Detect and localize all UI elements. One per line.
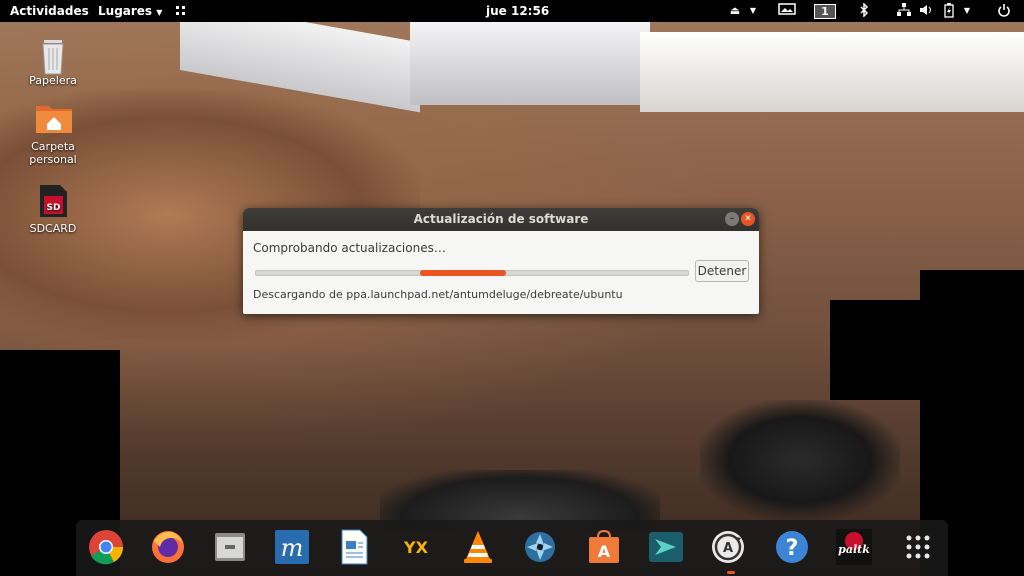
- dock-app-software[interactable]: A: [586, 529, 622, 565]
- workspace-indicator[interactable]: 1: [814, 4, 836, 19]
- dock: m YX A A ? paltk: [76, 520, 948, 576]
- close-icon: ✕: [744, 214, 752, 224]
- svg-text:SD: SD: [47, 203, 61, 213]
- bluetooth-icon[interactable]: [856, 2, 872, 19]
- yx-app-icon: YX: [403, 538, 429, 557]
- chevron-down-icon[interactable]: ▼: [962, 3, 972, 19]
- minimize-icon: –: [729, 214, 735, 224]
- dialog-titlebar[interactable]: Actualización de software – ✕: [243, 208, 759, 231]
- paltalk-icon: paltk: [836, 529, 872, 565]
- dock-app-help[interactable]: ?: [774, 529, 810, 565]
- minimize-button[interactable]: –: [725, 212, 739, 226]
- arrow-app-icon: [649, 532, 683, 562]
- desktop-icon-home[interactable]: Carpeta personal: [13, 102, 93, 166]
- dock-app-m-editor[interactable]: m: [274, 529, 310, 565]
- svg-text:m: m: [281, 534, 304, 562]
- dock-app-shutter[interactable]: [522, 529, 558, 565]
- clock[interactable]: jue 12:56: [486, 0, 549, 22]
- help-icon: ?: [776, 531, 808, 563]
- close-button[interactable]: ✕: [741, 212, 755, 226]
- svg-text:A: A: [723, 541, 733, 556]
- trash-icon: [35, 36, 71, 75]
- dialog-title: Actualización de software: [413, 212, 589, 226]
- chevron-down-icon: ▼: [156, 8, 163, 17]
- volume-icon[interactable]: [918, 3, 934, 19]
- svg-text:A: A: [598, 542, 611, 561]
- home-folder-icon: [35, 102, 72, 138]
- dock-app-arrow[interactable]: [648, 529, 684, 565]
- files-icon: [215, 533, 245, 561]
- dock-app-vlc[interactable]: [460, 529, 496, 565]
- dock-app-software-updater[interactable]: A: [710, 529, 746, 565]
- shutter-icon: [525, 532, 555, 562]
- vlc-icon: [464, 531, 492, 563]
- firefox-icon: [152, 531, 184, 563]
- svg-text:?: ?: [786, 536, 799, 561]
- show-apps-icon: [906, 535, 930, 559]
- progress-bar: [255, 270, 689, 276]
- paltalk-logo-text: paltk: [838, 543, 870, 556]
- network-icon[interactable]: [896, 3, 912, 19]
- show-applications-button[interactable]: [900, 529, 936, 565]
- writer-m-icon: m: [275, 530, 309, 564]
- desktop-icon-trash[interactable]: Papelera: [13, 36, 93, 87]
- dock-app-files[interactable]: [212, 529, 248, 565]
- desktop-icon-label: Carpeta personal: [29, 140, 77, 166]
- battery-icon[interactable]: [942, 3, 956, 19]
- sdcard-icon: SD: [35, 184, 71, 220]
- activities-button[interactable]: Actividades: [10, 0, 89, 22]
- workspace-grid-icon[interactable]: [176, 0, 186, 22]
- top-bar: Actividades Lugares ▼ jue 12:56 ⏏ ▼ 1 ▼: [0, 0, 1024, 22]
- chrome-icon: [89, 530, 123, 565]
- software-update-dialog: Actualización de software – ✕ Comproband…: [243, 208, 759, 314]
- running-indicator: [727, 571, 735, 574]
- download-detail-text: Descargando de ppa.launchpad.net/antumde…: [253, 288, 623, 301]
- desktop-icon-label: SDCARD: [29, 222, 77, 235]
- places-label: Lugares: [98, 4, 153, 18]
- power-icon[interactable]: [996, 3, 1012, 19]
- dock-app-chrome[interactable]: [88, 529, 124, 565]
- status-text: Comprobando actualizaciones…: [253, 241, 446, 255]
- places-menu[interactable]: Lugares ▼: [98, 0, 162, 22]
- desktop-icon-label: Papelera: [29, 74, 77, 87]
- eject-icon[interactable]: ⏏: [728, 3, 742, 19]
- progress-fill: [420, 270, 506, 276]
- software-center-icon: A: [589, 529, 619, 563]
- screen-icon[interactable]: [776, 3, 798, 19]
- yx-logo-text: YX: [403, 538, 429, 557]
- desktop-icon-sdcard[interactable]: SD SDCARD: [13, 184, 93, 235]
- dock-app-paltalk[interactable]: paltk: [836, 529, 872, 565]
- libreoffice-writer-icon: [341, 529, 368, 565]
- dock-app-firefox[interactable]: [150, 529, 186, 565]
- software-updater-icon: A: [712, 531, 744, 563]
- stop-button[interactable]: Detener: [695, 260, 749, 282]
- chevron-down-icon[interactable]: ▼: [748, 3, 758, 19]
- dock-app-yx[interactable]: YX: [398, 529, 434, 565]
- dock-app-writer[interactable]: [336, 529, 372, 565]
